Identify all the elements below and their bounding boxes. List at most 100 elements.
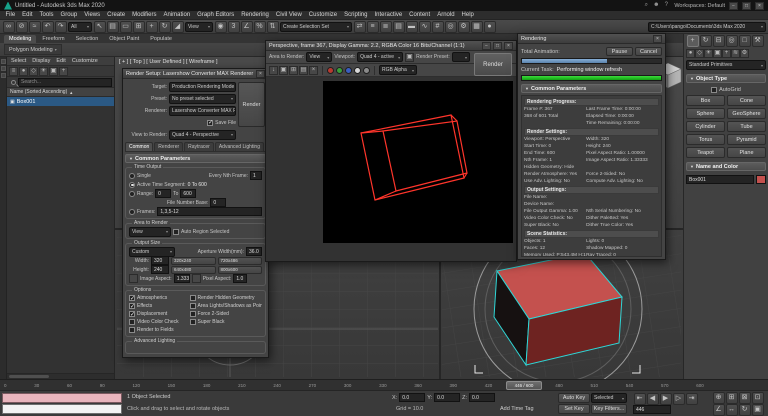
lock-viewport-icon[interactable]: ▣ <box>405 53 414 62</box>
single-radio[interactable] <box>129 173 135 179</box>
toggle-scene-explorer-icon[interactable]: ≣ <box>380 21 392 33</box>
menu-item[interactable]: File <box>2 12 19 18</box>
option-checkbox-row[interactable]: Area Lights/Shadows as Points <box>190 302 262 310</box>
explorer-search-input[interactable]: Search... <box>18 78 112 87</box>
maxscript-macro-recorder[interactable] <box>2 393 122 403</box>
display-cameras-icon[interactable]: ▣ <box>49 67 58 76</box>
utilities-tab-icon[interactable]: ⚒ <box>752 35 764 47</box>
name-and-color-rollout[interactable]: Name and Color <box>686 162 766 171</box>
save-image-icon[interactable]: ↓ <box>269 66 278 75</box>
maxscript-mini-listener[interactable] <box>2 404 122 414</box>
option-checkbox-row[interactable]: Render Hidden Geometry <box>190 294 262 302</box>
name-column-header[interactable]: Name (Sorted Ascending) ▲ <box>7 88 114 97</box>
option-checkbox-row[interactable]: Render to Fields <box>129 326 188 334</box>
toggle-ribbon-icon[interactable]: ▬ <box>406 21 418 33</box>
pyramid-button[interactable]: Pyramid <box>727 134 766 145</box>
zoom-region-icon[interactable]: ⊡ <box>752 392 764 404</box>
rfw-titlebar[interactable]: Perspective, frame 367, Display Gamma: 2… <box>266 41 516 51</box>
project-folder-combo[interactable]: C:\Users\pango\Documents\3ds Max 2020 <box>648 22 766 32</box>
3ds-max-logo-icon[interactable] <box>4 2 12 10</box>
option-checkbox-row[interactable]: Super Black <box>190 318 262 326</box>
render-preset-combo[interactable] <box>452 52 470 62</box>
menu-item[interactable]: Edit <box>19 12 36 18</box>
image-aspect-field[interactable]: 1.333 <box>174 274 190 283</box>
area-to-render-combo[interactable]: View <box>129 227 171 237</box>
dock-handle-icon[interactable] <box>1 66 6 71</box>
preset-combo[interactable]: No preset selected <box>169 94 236 104</box>
keying-filter-combo[interactable]: Selected <box>591 393 627 403</box>
autogrid-checkbox[interactable] <box>711 87 717 93</box>
display-lights-icon[interactable]: ☀ <box>39 67 48 76</box>
help-icon[interactable]: ? <box>661 1 671 10</box>
menu-item[interactable]: Scripting <box>341 12 371 18</box>
range-from-field[interactable]: 0 <box>155 189 171 198</box>
render-button[interactable]: Render <box>474 53 512 76</box>
search-icon[interactable]: ⌕ <box>641 1 651 10</box>
pan-icon[interactable]: ↔ <box>726 404 738 416</box>
rendering-titlebar[interactable]: Rendering × <box>518 34 665 44</box>
render-setup-icon[interactable]: ⚙ <box>458 21 470 33</box>
percent-snap-icon[interactable]: % <box>254 21 266 33</box>
viewport-combo[interactable]: Quad 4 - active <box>357 52 403 62</box>
common-parameters-rollout[interactable]: Common Parameters <box>125 154 266 163</box>
y-coordinate-field[interactable]: 0.0 <box>434 393 460 402</box>
range-to-field[interactable]: 600 <box>180 189 196 198</box>
toggle-layer-explorer-icon[interactable]: ▤ <box>393 21 405 33</box>
time-slider-handle[interactable]: 446 / 600 <box>506 381 542 390</box>
render-button[interactable]: Render <box>238 82 265 127</box>
render-production-icon[interactable]: ● <box>484 21 496 33</box>
spinner-snap-icon[interactable]: ⇅ <box>267 21 279 33</box>
ribbon-tab[interactable]: Populate <box>145 35 177 43</box>
torus-button[interactable]: Torus <box>686 134 725 145</box>
cone-button[interactable]: Cone <box>727 95 766 106</box>
menu-item[interactable]: Help <box>458 12 477 18</box>
cameras-icon[interactable]: ▣ <box>713 49 722 58</box>
maximize-icon[interactable]: □ <box>742 2 751 10</box>
teapot-button[interactable]: Teapot <box>686 147 725 158</box>
geosphere-button[interactable]: GeoSphere <box>727 108 766 119</box>
select-and-rotate-icon[interactable]: ↻ <box>159 21 171 33</box>
renderer-combo[interactable]: Lasershow Converter MAX Renderer <box>169 106 236 116</box>
dock-handle-icon[interactable] <box>1 59 6 64</box>
render-setup-tab[interactable]: Renderer <box>154 142 183 151</box>
scene-object-row[interactable]: ▣ Box001 <box>7 97 114 106</box>
clone-rendered-frame-icon[interactable]: ⊞ <box>289 66 298 75</box>
display-influences-icon[interactable]: ≡ <box>9 67 18 76</box>
select-and-move-icon[interactable]: + <box>146 21 158 33</box>
image-aspect-lock-icon[interactable] <box>129 274 138 283</box>
object-color-swatch[interactable] <box>756 175 766 184</box>
select-by-name-icon[interactable]: ▤ <box>107 21 119 33</box>
x-coordinate-field[interactable]: 0.0 <box>399 393 425 402</box>
ribbon-tab[interactable]: Modeling <box>4 35 36 43</box>
polygon-modeling-panel[interactable]: Polygon Modeling ▾ <box>4 44 62 55</box>
preset-800x600-button[interactable]: 800x600 <box>218 266 263 274</box>
autogrid-row[interactable]: AutoGrid <box>686 87 766 93</box>
primitive-category-combo[interactable]: Standard Primitives <box>686 60 766 70</box>
menu-item[interactable]: Rendering <box>238 12 273 18</box>
menu-item[interactable]: Views <box>81 12 104 18</box>
select-and-scale-icon[interactable]: ◢ <box>172 21 184 33</box>
close-icon[interactable]: × <box>755 2 764 10</box>
common-parameters-rollout[interactable]: Common Parameters <box>521 84 662 93</box>
play-icon[interactable]: ▶ <box>660 393 672 405</box>
explorer-menu-item[interactable]: Customize <box>69 58 101 64</box>
explorer-menu-item[interactable]: Display <box>29 58 53 64</box>
save-file-checkbox[interactable] <box>207 120 213 126</box>
cylinder-button[interactable]: Cylinder <box>686 121 725 132</box>
preset-320x240-button[interactable]: 320x240 <box>171 257 216 265</box>
hierarchy-tab-icon[interactable]: ⊟ <box>713 35 725 47</box>
option-checkbox-row[interactable]: Video Color Check <box>129 318 188 326</box>
dock-handle-icon[interactable] <box>1 73 6 78</box>
pixel-aspect-field[interactable]: 1.0 <box>233 274 247 283</box>
close-icon[interactable]: × <box>653 35 662 43</box>
output-size-preset-combo[interactable]: Custom <box>129 247 175 257</box>
previous-frame-icon[interactable]: ◀ <box>647 393 659 405</box>
display-geometry-icon[interactable]: ● <box>19 67 28 76</box>
redo-icon[interactable]: ↷ <box>55 21 67 33</box>
menu-item[interactable]: Modifiers <box>129 12 160 18</box>
angle-snap-icon[interactable]: ∠ <box>241 21 253 33</box>
sphere-button[interactable]: Sphere <box>686 108 725 119</box>
plane-button[interactable]: Plane <box>727 147 766 158</box>
pixel-aspect-lock-icon[interactable] <box>192 274 201 283</box>
display-shapes-icon[interactable]: ◇ <box>29 67 38 76</box>
